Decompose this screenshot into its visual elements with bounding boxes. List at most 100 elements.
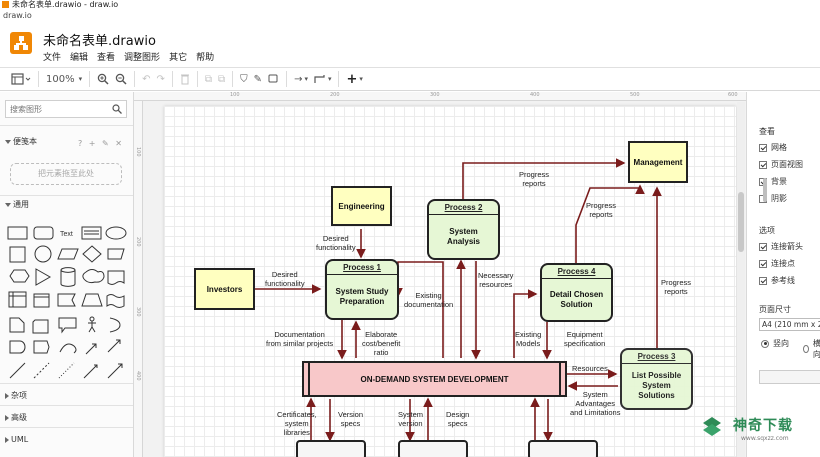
- section-advanced[interactable]: 高级: [0, 410, 133, 426]
- center-process-node[interactable]: ON-DEMAND SYSTEM DEVELOPMENT: [302, 361, 567, 397]
- process-3-node[interactable]: Process 3 List Possible System Solutions: [620, 348, 693, 410]
- radio-unchecked-icon: [803, 345, 809, 353]
- bottom-node-2[interactable]: [398, 440, 468, 457]
- menu-file[interactable]: 文件: [43, 50, 61, 63]
- hexagon-shape: [9, 269, 30, 283]
- search-icon[interactable]: [112, 104, 122, 114]
- search-input[interactable]: [6, 101, 106, 117]
- document-title[interactable]: 未命名表单.drawio: [43, 30, 156, 49]
- app-icon: [2, 1, 9, 8]
- guides-checkbox[interactable]: 参考线: [759, 275, 795, 286]
- section-uml[interactable]: UML: [0, 432, 133, 448]
- engineering-node[interactable]: Engineering: [331, 186, 392, 226]
- arrow-right-icon: →: [294, 73, 303, 85]
- page-size-select[interactable]: A4 (210 mm x 297 mm): [759, 318, 820, 331]
- or-shape: [109, 317, 121, 333]
- chevron-down-icon: ▾: [359, 75, 363, 83]
- general-shapes-palette[interactable]: Text: [4, 224, 130, 386]
- cloud-shape: [82, 269, 105, 284]
- format-panel-scrollbar[interactable]: [763, 178, 767, 202]
- horizontal-ruler: 100 200 300 400 500 600: [134, 92, 746, 101]
- checkbox-checked-icon: [759, 143, 767, 152]
- arrow-shape: [107, 339, 121, 353]
- checkbox-checked-icon: [759, 276, 767, 285]
- chevron-right-icon: [5, 436, 9, 443]
- pencil-icon: ✎: [253, 73, 263, 85]
- vertical-ruler: 100 200 300 400: [134, 101, 143, 457]
- display-shape: [33, 340, 50, 354]
- menu-arrange[interactable]: 调整图形: [124, 50, 160, 63]
- canvas-scrollbar[interactable]: [737, 102, 745, 457]
- waypoints-button[interactable]: ▾: [311, 70, 335, 88]
- center-left-bar: [302, 361, 310, 397]
- waypoints-icon: [314, 75, 325, 83]
- center-process-label: ON-DEMAND SYSTEM DEVELOPMENT: [360, 374, 509, 384]
- checkbox-checked-icon: [759, 160, 767, 169]
- redo-button[interactable]: ↷: [154, 70, 168, 88]
- format-panel: 查看 网格 页面视图 背景 阴影 选项 连接箭头 连接点 参考线 页面尺寸 A4…: [746, 92, 820, 457]
- grid-checkbox[interactable]: 网格: [759, 142, 787, 153]
- scratchpad-tools[interactable]: ? + ✎ ✕: [78, 136, 124, 152]
- menu-edit[interactable]: 编辑: [70, 50, 88, 63]
- portrait-radio[interactable]: 竖向: [761, 338, 789, 349]
- menu-view[interactable]: 查看: [97, 50, 115, 63]
- insert-button[interactable]: + ▾: [343, 70, 365, 88]
- bottom-node-1[interactable]: [296, 440, 366, 457]
- chevron-right-icon: [5, 392, 9, 399]
- undo-icon: ↶: [142, 73, 151, 85]
- process-1-node[interactable]: Process 1 System Study Preparation: [325, 259, 399, 320]
- trapezoid-shape: [107, 248, 125, 260]
- connection-style-button[interactable]: → ▾: [291, 70, 311, 88]
- to-front-button[interactable]: ⧉: [202, 70, 215, 88]
- zoom-select[interactable]: 100% ▾: [43, 70, 85, 88]
- shadow-button[interactable]: [265, 70, 282, 88]
- page-view-checkbox[interactable]: 页面视图: [759, 159, 803, 170]
- note-shape: [9, 317, 25, 333]
- connection-points-checkbox[interactable]: 连接点: [759, 258, 795, 269]
- view-section-title: 查看: [759, 127, 775, 136]
- step-shape: [57, 293, 76, 307]
- uml-label: UML: [11, 435, 29, 444]
- menu-help[interactable]: 帮助: [196, 50, 214, 63]
- landscape-radio[interactable]: 横向: [803, 338, 820, 360]
- checkbox-checked-icon: [759, 242, 767, 251]
- fill-color-button[interactable]: ⛉: [237, 70, 251, 88]
- menu-extras[interactable]: 其它: [169, 50, 187, 63]
- chevron-right-icon: [5, 414, 9, 421]
- watermark-logo-icon: [703, 417, 721, 436]
- scrollbar-thumb[interactable]: [738, 192, 744, 252]
- process-4-body: Detail Chosen Solution: [549, 289, 604, 309]
- investors-node[interactable]: Investors: [194, 268, 255, 310]
- delete-button[interactable]: [177, 70, 193, 88]
- to-back-button[interactable]: ⧉: [215, 70, 228, 88]
- dashed-line-shape: [33, 362, 50, 379]
- section-scratchpad[interactable]: 便笺本 ? + ✎ ✕: [0, 134, 133, 152]
- watermark-title: 神奇下载: [733, 418, 793, 434]
- misc-label: 杂项: [11, 391, 27, 400]
- bottom-node-3[interactable]: [528, 440, 598, 457]
- tape-shape: [106, 294, 125, 308]
- drawio-app: 未命名表单.drawio - draw.io draw.io 未命名表单.dra…: [0, 0, 820, 457]
- rounded-rectangle-shape: [33, 226, 54, 240]
- zoom-out-button[interactable]: [112, 70, 130, 88]
- line-color-button[interactable]: ✎: [251, 70, 265, 88]
- scratchpad-dropzone[interactable]: 把元素拖至此处: [10, 163, 122, 185]
- window-titlebar: 未命名表单.drawio - draw.io: [0, 0, 820, 10]
- divider: [0, 383, 133, 384]
- edit-page-button[interactable]: [759, 370, 820, 384]
- undo-button[interactable]: ↶: [139, 70, 153, 88]
- process-4-node[interactable]: Process 4 Detail Chosen Solution: [540, 263, 613, 322]
- radio-checked-icon: [761, 339, 769, 348]
- management-node[interactable]: Management: [628, 141, 688, 183]
- process-2-node[interactable]: Process 2 System Analysis: [427, 199, 500, 260]
- zoom-in-button[interactable]: [94, 70, 112, 88]
- section-general[interactable]: 通用: [0, 197, 133, 213]
- section-misc[interactable]: 杂项: [0, 388, 133, 404]
- process-1-title: Process 1: [327, 261, 397, 275]
- zoom-level: 100%: [46, 73, 75, 85]
- browser-tab[interactable]: draw.io: [3, 11, 32, 20]
- connection-arrows-checkbox[interactable]: 连接箭头: [759, 241, 803, 252]
- layout-icon: [11, 73, 31, 85]
- view-panel-button[interactable]: [8, 70, 34, 88]
- zoom-out-icon: [115, 73, 127, 85]
